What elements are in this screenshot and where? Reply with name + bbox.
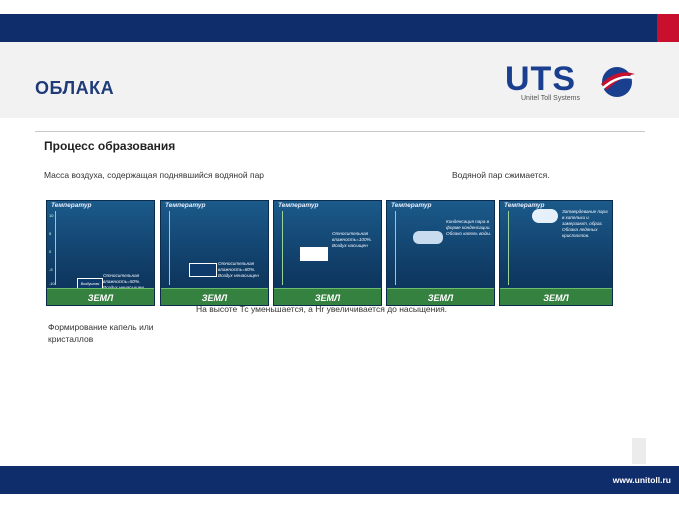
footer-url-link[interactable]: www.unitoll.ru xyxy=(613,475,671,485)
ground-label: ЗЕМЛ xyxy=(427,293,454,303)
saturated-air-parcel xyxy=(300,247,328,261)
slide-title: ОБЛАКА xyxy=(35,78,115,98)
logo-swoosh-icon xyxy=(601,67,635,97)
panel-title: Температур xyxy=(165,202,206,209)
footer-bar: www.unitoll.ru xyxy=(0,466,679,494)
stage-panel-2: Температур Относительная влажность=80%. … xyxy=(160,200,269,306)
stage-panel-1: Температур 10 5 0 -5 -10 Воздушная масса… xyxy=(46,200,155,306)
axis-tick: -5 xyxy=(49,267,53,272)
axis-tick: -10 xyxy=(49,281,55,286)
panel-note: Затвердевание пара в капельки и замерзаю… xyxy=(562,209,608,238)
panel-title: Температур xyxy=(51,202,92,209)
temperature-axis xyxy=(169,211,170,285)
top-banner xyxy=(0,14,679,42)
water-droplet-cloud xyxy=(413,231,443,244)
stage-panel-4: Температур Конденсация пара в форме конд… xyxy=(386,200,495,306)
caption-air-mass: Масса воздуха, содержащая поднявшийся во… xyxy=(44,170,265,180)
ground-label: ЗЕМЛ xyxy=(543,293,569,303)
top-banner-accent xyxy=(657,14,679,42)
section-subtitle: Процесс образования xyxy=(44,139,176,153)
panel-note: Относительная влажность=80%. Воздух нена… xyxy=(218,261,259,278)
axis-tick: 5 xyxy=(49,231,52,236)
header-divider xyxy=(35,131,645,132)
caption-vapor-compress: Водяной пар сжимается. xyxy=(452,170,550,180)
stage-panel-5: Температур Затвердевание пара в капельки… xyxy=(499,200,613,306)
ground-label: ЗЕМЛ xyxy=(314,293,341,303)
panel-title: Температур xyxy=(278,202,319,209)
caption-saturation: На высоте Тс уменьшается, а Нr увеличива… xyxy=(196,304,448,314)
ground-label: ЗЕМЛ xyxy=(87,293,114,303)
caption-formation: Формирование капель или кристаллов xyxy=(48,322,154,344)
air-parcel xyxy=(189,263,217,277)
axis-tick: 10 xyxy=(49,213,54,218)
temperature-axis xyxy=(395,211,396,285)
temperature-axis xyxy=(55,211,56,285)
ground-label: ЗЕМЛ xyxy=(201,293,228,303)
slide-scroll-marker xyxy=(632,438,646,464)
logo-subtitle: Unitel Toll Systems xyxy=(521,95,581,102)
stage-panel-3: Температур Относительная влажность=100%.… xyxy=(273,200,382,306)
panel-note: Относительная влажность=100%. Воздух нас… xyxy=(332,231,372,248)
temperature-axis xyxy=(282,211,283,285)
ice-crystal-cloud xyxy=(532,209,558,223)
uts-logo: UTS Unitel Toll Systems xyxy=(505,62,645,106)
panel-title: Температур xyxy=(391,202,432,209)
temperature-axis xyxy=(508,211,509,285)
panel-title: Температур xyxy=(504,202,545,209)
cloud-formation-diagram: Температур 10 5 0 -5 -10 Воздушная масса… xyxy=(46,200,638,306)
panel-note: Конденсация пара в форме конденсации. Об… xyxy=(446,219,492,236)
logo-wordmark: UTS xyxy=(505,60,576,98)
axis-tick: 0 xyxy=(49,249,52,254)
